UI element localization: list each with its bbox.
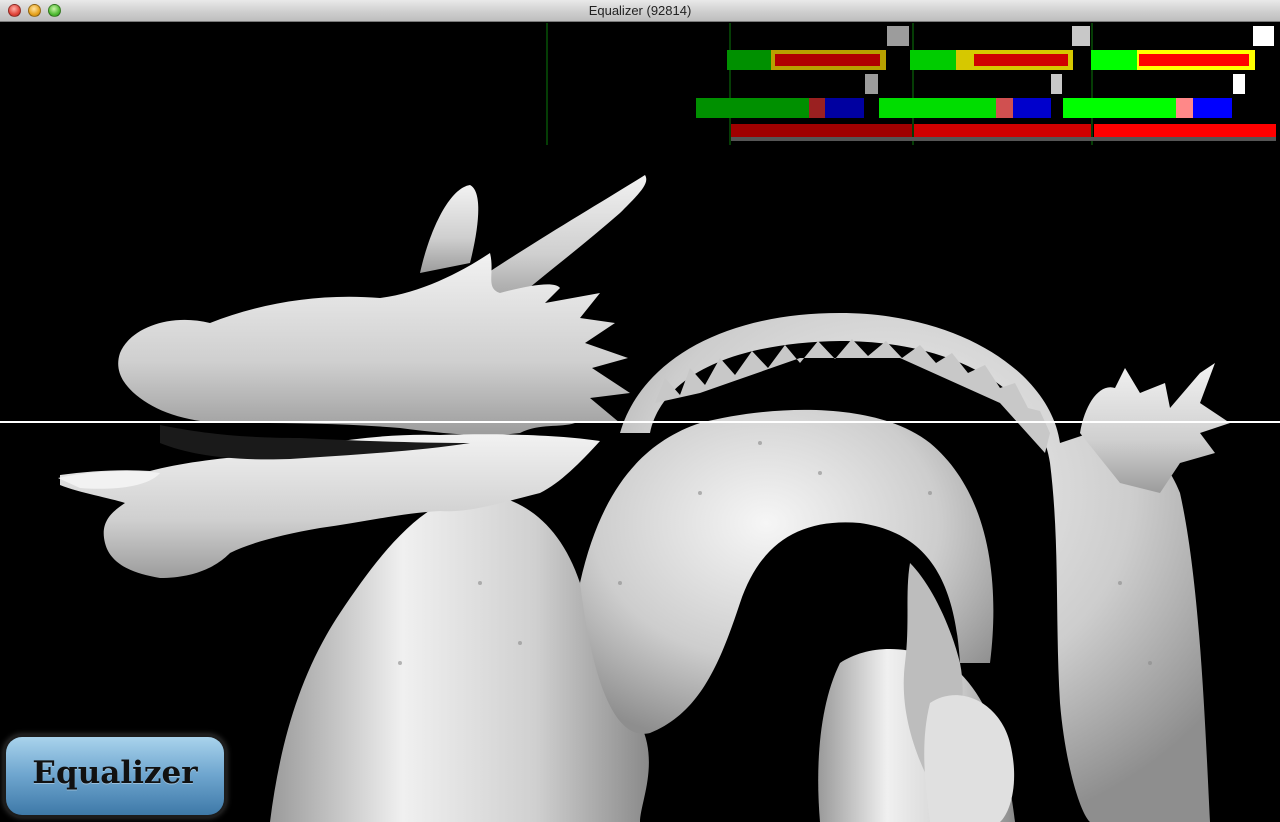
equalizer-logo: Equalizer (6, 737, 224, 815)
stat-bar (914, 124, 1091, 137)
stat-bar (1091, 50, 1139, 70)
app-window: Equalizer (92814) Equalizer (0, 0, 1280, 822)
stat-bar (1193, 98, 1232, 118)
stat-event-marker (1253, 26, 1274, 46)
stat-bar (727, 50, 773, 70)
stat-event-marker (1072, 26, 1090, 46)
viewport-divider (0, 421, 1280, 423)
statistics-overlay (546, 23, 1276, 145)
stat-bar (1094, 124, 1276, 137)
stat-baseline (731, 137, 1276, 141)
stat-bar (809, 98, 825, 118)
render-viewport[interactable]: Equalizer (0, 23, 1280, 822)
stat-bar (1013, 98, 1051, 118)
stat-bar (1063, 98, 1176, 118)
stat-bar (996, 98, 1013, 118)
title-bar[interactable]: Equalizer (92814) (0, 0, 1280, 22)
stat-bar (731, 124, 912, 137)
stat-bar (910, 50, 956, 70)
stat-bar (1176, 98, 1193, 118)
stat-event-marker (1051, 74, 1062, 94)
stat-bar (974, 54, 1068, 66)
stat-bar (825, 98, 864, 118)
stat-event-marker (1233, 74, 1245, 94)
stat-event-marker (887, 26, 909, 46)
logo-text: Equalizer (32, 755, 198, 791)
window-title: Equalizer (92814) (588, 3, 692, 18)
stat-bar (775, 54, 880, 66)
stat-bar (696, 98, 809, 118)
stat-event-marker (865, 74, 878, 94)
stat-bar (879, 98, 996, 118)
stat-bar (1139, 54, 1249, 66)
